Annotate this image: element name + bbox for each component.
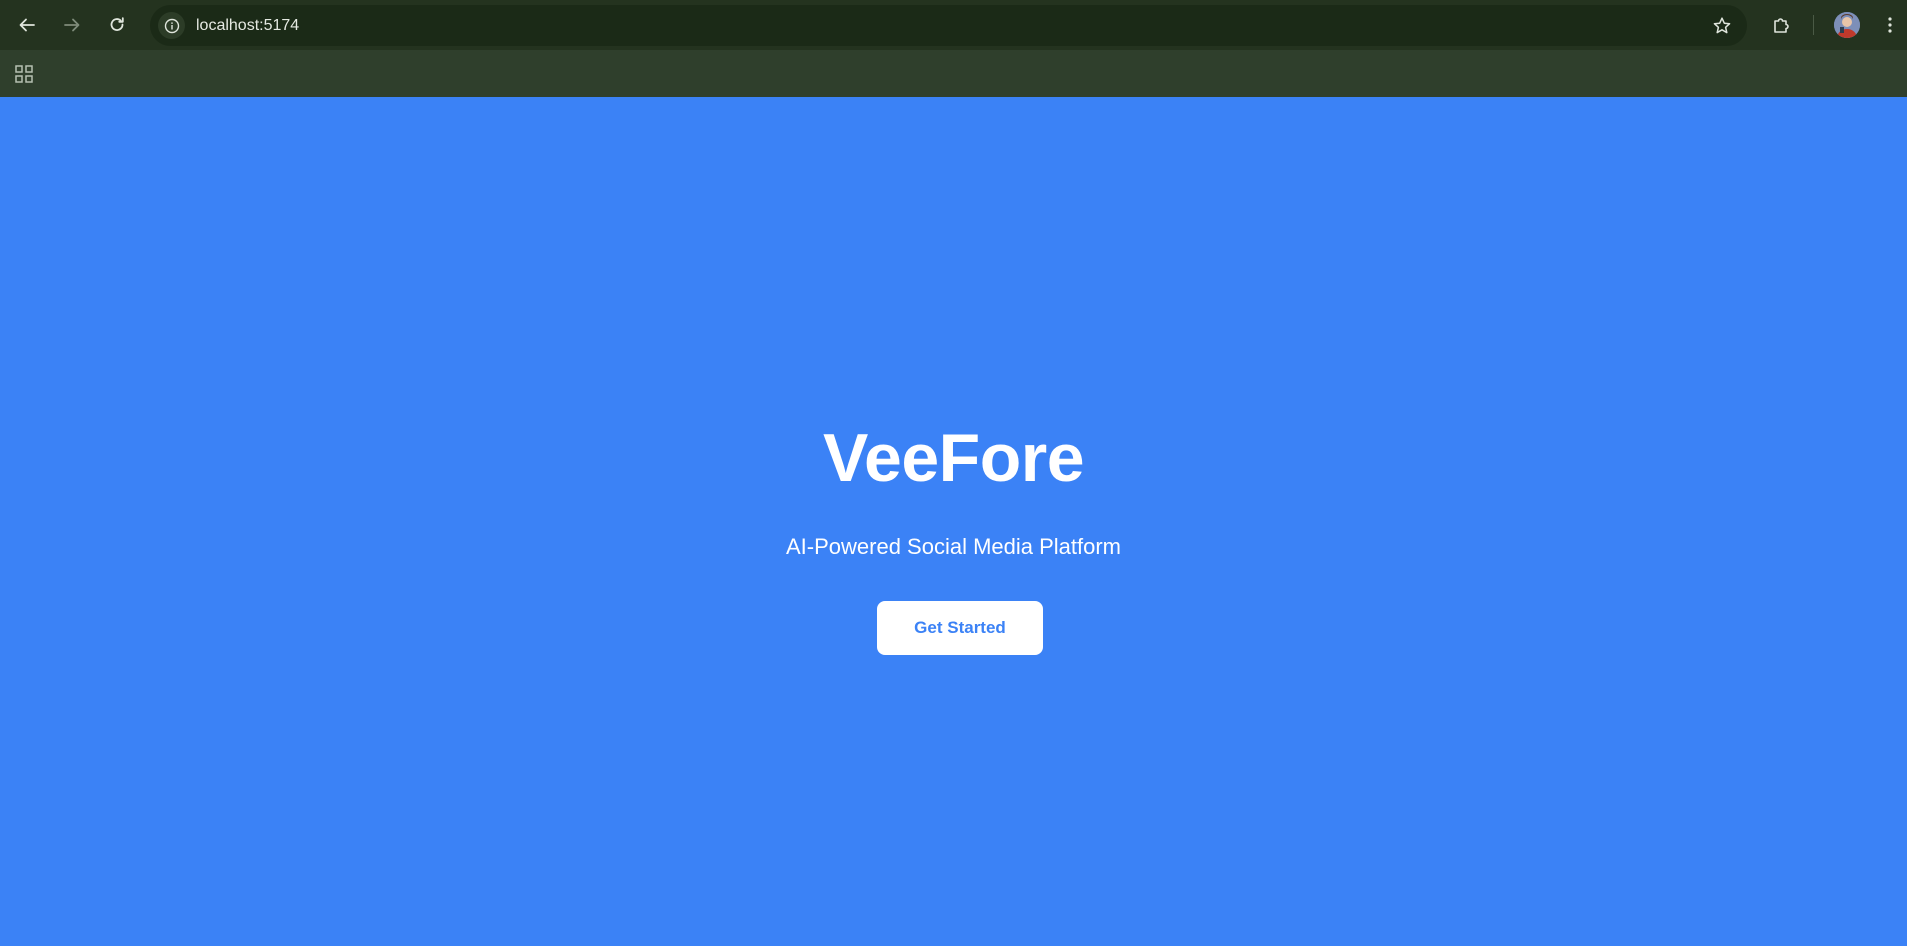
page-title: VeeFore: [822, 420, 1085, 496]
puzzle-icon: [1774, 18, 1789, 33]
browser-menu-button[interactable]: [1878, 9, 1902, 41]
toolbar-divider: [1813, 15, 1814, 35]
profile-avatar[interactable]: [1834, 12, 1860, 38]
back-button[interactable]: [11, 9, 43, 41]
kebab-menu-icon: [1888, 17, 1892, 33]
browser-toolbar: localhost:5174: [0, 0, 1907, 50]
site-info-button[interactable]: [158, 12, 185, 39]
apps-button[interactable]: [10, 60, 38, 88]
extensions-button[interactable]: [1765, 9, 1797, 41]
avatar: [1834, 12, 1860, 38]
star-icon: [1713, 17, 1731, 34]
bookmark-star-button[interactable]: [1711, 15, 1733, 37]
browser-chrome: localhost:5174: [0, 0, 1907, 97]
reload-icon: [110, 17, 124, 31]
reload-button[interactable]: [101, 9, 133, 41]
forward-arrow-icon: [64, 18, 80, 32]
forward-button[interactable]: [56, 9, 88, 41]
url-text[interactable]: localhost:5174: [196, 16, 299, 36]
address-bar[interactable]: localhost:5174: [150, 5, 1747, 46]
info-icon: [164, 18, 179, 33]
back-arrow-icon: [19, 18, 35, 32]
bookmarks-bar: [0, 50, 1907, 97]
landing-hero: VeeFore AI-Powered Social Media Platform…: [0, 97, 1907, 946]
page-subtitle: AI-Powered Social Media Platform: [785, 534, 1122, 559]
get-started-button[interactable]: Get Started: [877, 601, 1043, 655]
apps-grid-icon: [15, 65, 33, 83]
